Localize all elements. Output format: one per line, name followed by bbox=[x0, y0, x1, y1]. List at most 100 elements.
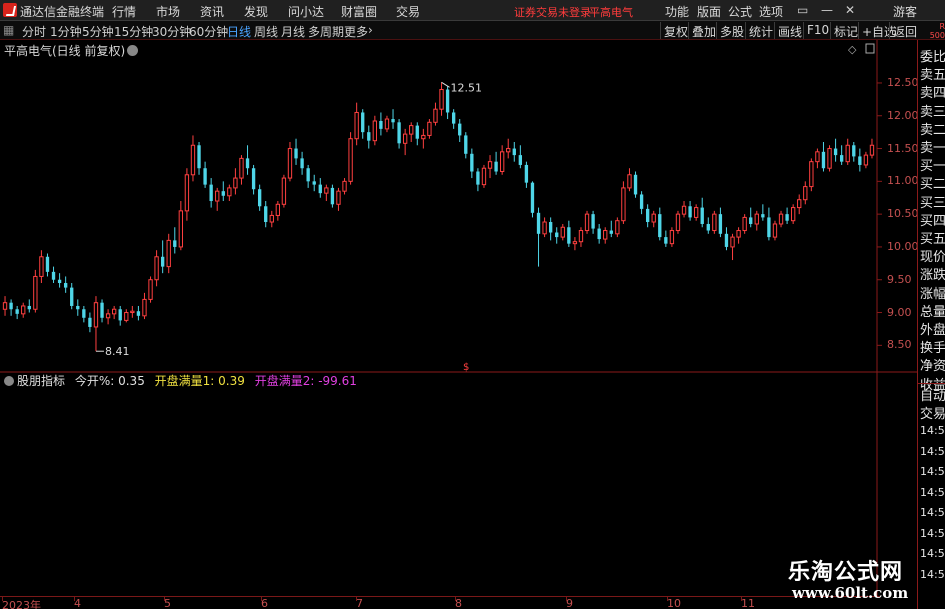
tool-f10[interactable]: F10 bbox=[803, 22, 832, 39]
period-fenshi[interactable]: 分时 bbox=[22, 23, 46, 40]
y-tick-label: 10.00 bbox=[887, 239, 919, 253]
period-15min[interactable]: 15分钟 bbox=[114, 23, 153, 40]
candle-body bbox=[845, 144, 850, 163]
candle-body bbox=[675, 213, 681, 232]
candle-body bbox=[487, 161, 493, 169]
candle-body bbox=[821, 151, 826, 169]
side-field-label: 买一 bbox=[920, 159, 945, 175]
candle-body bbox=[693, 207, 699, 218]
restore-icon[interactable]: ▭ bbox=[797, 3, 808, 17]
period-daily[interactable]: 日线 bbox=[227, 23, 251, 40]
candle-body bbox=[700, 207, 704, 224]
tool-diejia[interactable]: 叠加 bbox=[688, 22, 719, 39]
candle-body bbox=[615, 220, 620, 235]
y-tick-label: 12.00 bbox=[887, 108, 919, 122]
period-weekly[interactable]: 周线 bbox=[254, 23, 278, 40]
chevron-down-icon[interactable] bbox=[127, 45, 139, 56]
candle-body bbox=[803, 186, 808, 201]
tool-biaoji[interactable]: 标记 bbox=[830, 22, 861, 39]
menu-banmian[interactable]: 版面 bbox=[697, 3, 721, 20]
candle-body bbox=[470, 153, 474, 172]
mode-auto-button[interactable]: 自动 bbox=[920, 385, 945, 404]
candle-body bbox=[160, 256, 165, 267]
candle-body bbox=[173, 240, 177, 247]
grid-icon[interactable]: ▦ bbox=[3, 23, 14, 37]
side-field-label: 委比 bbox=[920, 50, 945, 65]
candle-body bbox=[100, 302, 104, 318]
y-tick-label: 12.50 bbox=[887, 75, 919, 89]
candlestick-chart[interactable]: 12.51 8.41 $ ◇ bbox=[0, 40, 917, 596]
period-multi[interactable]: 多周期 bbox=[308, 23, 344, 40]
menu-gongneng[interactable]: 功能 bbox=[665, 3, 689, 20]
menu-jiaoyi[interactable]: 交易 bbox=[396, 3, 420, 20]
level-badge-bottom: 500 bbox=[929, 31, 945, 40]
candle-body bbox=[39, 256, 44, 277]
candle-body bbox=[736, 230, 741, 238]
candle-body bbox=[633, 174, 638, 195]
candle-body bbox=[681, 205, 687, 215]
candle-body bbox=[451, 112, 456, 124]
menu-xuanxiang[interactable]: 选项 bbox=[759, 3, 783, 20]
candle-body bbox=[536, 212, 541, 234]
candle-body bbox=[718, 214, 723, 234]
candle-body bbox=[93, 302, 99, 328]
candle-body bbox=[63, 283, 68, 288]
x-tick-label: 4 bbox=[74, 597, 81, 609]
period-monthly[interactable]: 月线 bbox=[281, 23, 305, 40]
menu-caifuquan[interactable]: 财富圈 bbox=[341, 3, 377, 20]
chevron-right-icon[interactable]: › bbox=[368, 23, 373, 37]
menu-shichang[interactable]: 市场 bbox=[156, 3, 180, 20]
period-1min[interactable]: 1分钟 bbox=[50, 23, 82, 40]
candle-body bbox=[567, 227, 571, 244]
minimize-icon[interactable]: — bbox=[821, 3, 833, 17]
tool-tongji[interactable]: 统计 bbox=[745, 22, 776, 39]
diamond-icon[interactable]: ◇ bbox=[848, 43, 857, 56]
user-label[interactable]: 游客 bbox=[893, 3, 917, 20]
menu-faxian[interactable]: 发现 bbox=[244, 3, 268, 20]
candle-body bbox=[197, 145, 201, 169]
indicator-menu-icon[interactable] bbox=[4, 376, 14, 386]
candle-body bbox=[70, 287, 74, 306]
candle-body bbox=[458, 123, 462, 136]
y-tick-label: 9.00 bbox=[887, 305, 912, 319]
side-field-label: 现价 bbox=[920, 250, 945, 266]
menu-gongshi[interactable]: 公式 bbox=[728, 3, 752, 20]
candle-body bbox=[609, 230, 613, 234]
tool-huaxian[interactable]: 画线 bbox=[774, 22, 805, 39]
mode-trade-button[interactable]: 交易 bbox=[920, 403, 945, 422]
candle-body bbox=[852, 145, 856, 157]
period-5min[interactable]: 5分钟 bbox=[82, 23, 114, 40]
side-field-label: 净资 bbox=[920, 359, 945, 375]
period-30min[interactable]: 30分钟 bbox=[152, 23, 191, 40]
close-icon[interactable]: ✕ bbox=[845, 3, 855, 17]
login-status[interactable]: 证券交易未登录 bbox=[514, 4, 591, 20]
tool-fuquan[interactable]: 复权 bbox=[660, 22, 691, 39]
indicator-header: 股朋指标 今开%: 0.35 开盘满量1: 0.39 开盘满量2: -99.61 bbox=[0, 372, 357, 388]
menu-wenxiaoda[interactable]: 问小达 bbox=[288, 3, 324, 20]
candle-body bbox=[645, 208, 650, 223]
tick-time: 14:56 bbox=[920, 465, 945, 478]
period-more[interactable]: 更多 bbox=[344, 23, 368, 40]
tick-time: 14:56 bbox=[920, 485, 945, 499]
candle-body bbox=[639, 194, 644, 209]
candle-body bbox=[384, 118, 390, 130]
indicator-name[interactable]: 股朋指标 bbox=[17, 374, 65, 388]
candle-body bbox=[730, 236, 735, 248]
candle-body bbox=[233, 177, 238, 189]
candle-body bbox=[391, 119, 395, 123]
candle-body bbox=[627, 174, 632, 189]
period-60min[interactable]: 60分钟 bbox=[189, 23, 228, 40]
candle-body bbox=[184, 174, 190, 212]
tool-back[interactable]: 返回 bbox=[889, 22, 920, 39]
candle-body bbox=[518, 155, 523, 165]
menu-hangqing[interactable]: 行情 bbox=[112, 3, 136, 20]
side-field-label: 换手 bbox=[920, 341, 945, 357]
candle-body bbox=[264, 206, 268, 223]
x-tick-mark bbox=[261, 597, 262, 601]
tool-duogu[interactable]: 多股 bbox=[716, 22, 747, 39]
menu-zixun[interactable]: 资讯 bbox=[200, 3, 224, 20]
side-field-label: 总量 bbox=[920, 304, 945, 320]
candle-body bbox=[136, 311, 141, 316]
panel-toggle-icon[interactable] bbox=[865, 43, 875, 54]
candle-body bbox=[664, 237, 668, 244]
